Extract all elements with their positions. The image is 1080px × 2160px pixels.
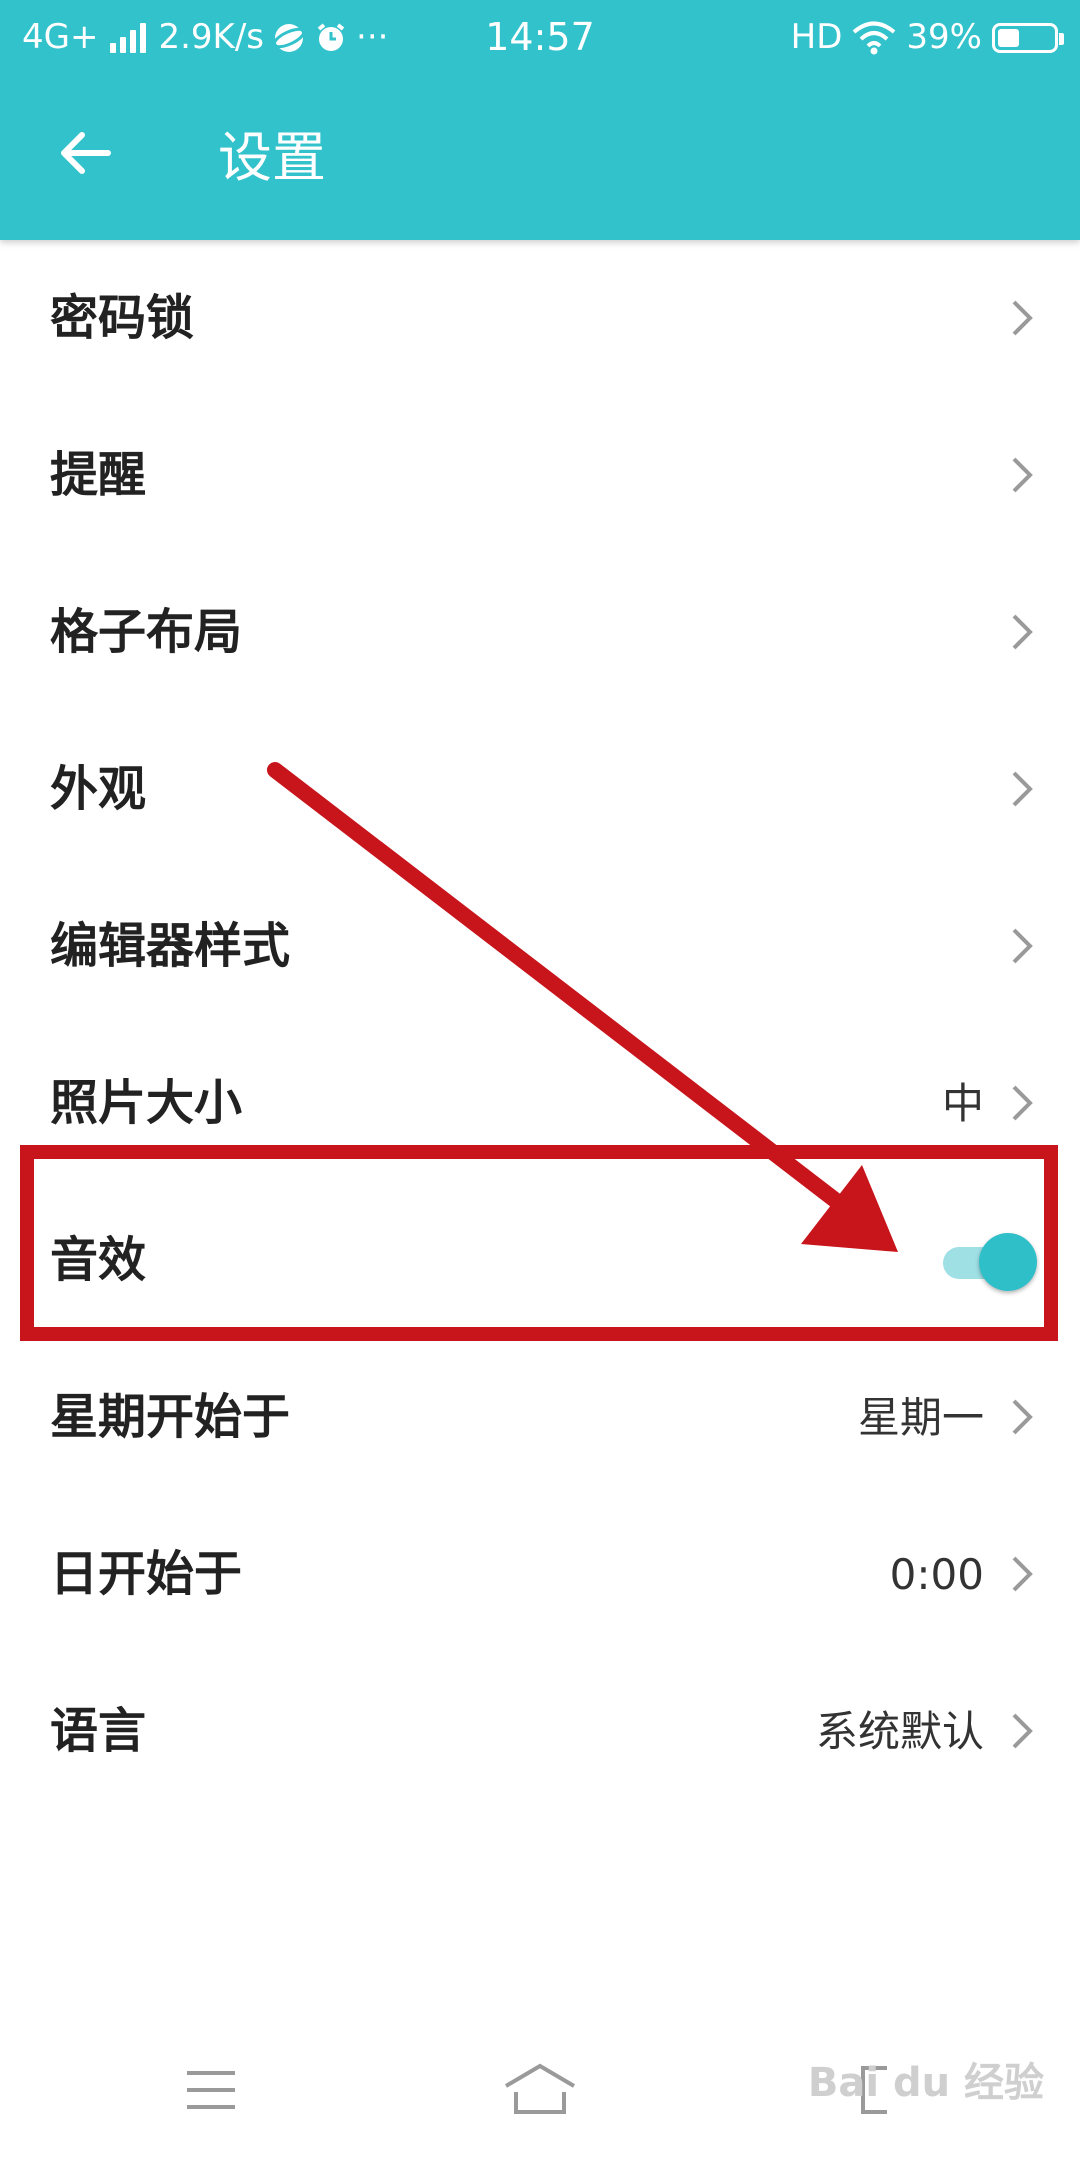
back-arrow-icon xyxy=(61,132,111,174)
setting-label: 星期开始于 xyxy=(50,1389,291,1445)
chevron-right-icon xyxy=(1012,1713,1033,1749)
back-button[interactable] xyxy=(42,111,126,195)
setting-day-start[interactable]: 日开始于 0:00 xyxy=(0,1496,1080,1653)
wifi-icon xyxy=(853,21,896,54)
setting-label: 外观 xyxy=(50,761,147,817)
setting-label: 提醒 xyxy=(50,447,147,503)
chevron-right-icon xyxy=(1012,457,1033,493)
chevron-right-icon xyxy=(1012,1085,1033,1121)
battery-icon xyxy=(992,22,1064,53)
chevron-right-icon xyxy=(1012,1556,1033,1592)
chevron-right-icon xyxy=(1012,1399,1033,1435)
watermark: Bai du 经验 xyxy=(807,2060,1044,2106)
app-bar: 设置 xyxy=(0,75,1080,240)
setting-label: 日开始于 xyxy=(50,1546,243,1602)
status-bar: 4G+ 2.9K/s ··· 14:57 HD 39% xyxy=(0,0,1080,75)
home-icon xyxy=(504,2063,576,2114)
setting-editor-style[interactable]: 编辑器样式 xyxy=(0,868,1080,1025)
setting-label: 密码锁 xyxy=(50,290,195,346)
setting-label: 编辑器样式 xyxy=(50,918,291,974)
setting-label: 语言 xyxy=(50,1703,147,1759)
chevron-right-icon xyxy=(1012,928,1033,964)
nav-home-button[interactable] xyxy=(495,2050,585,2130)
chevron-right-icon xyxy=(1012,771,1033,807)
battery-percent: 39% xyxy=(906,17,982,57)
setting-grid-layout[interactable]: 格子布局 xyxy=(0,554,1080,711)
setting-value: 0:00 xyxy=(889,1550,984,1599)
header-area: 4G+ 2.9K/s ··· 14:57 HD 39% 设置 xyxy=(0,0,1080,240)
nav-menu-button[interactable] xyxy=(166,2050,256,2130)
setting-week-start[interactable]: 星期开始于 星期一 xyxy=(0,1339,1080,1496)
status-right: HD 39% xyxy=(790,0,1064,75)
setting-language[interactable]: 语言 系统默认 xyxy=(0,1653,1080,1810)
settings-list: 密码锁 提醒 格子布局 外观 编辑器样式 照片大小 中 音效 星期开始于 星期一… xyxy=(0,240,1080,1810)
annotation-highlight-box xyxy=(20,1145,1058,1341)
hd-badge: HD xyxy=(790,17,843,57)
chevron-right-icon xyxy=(1012,614,1033,650)
page-title: 设置 xyxy=(218,126,326,189)
setting-reminder[interactable]: 提醒 xyxy=(0,397,1080,554)
setting-label: 格子布局 xyxy=(50,604,243,660)
chevron-right-icon xyxy=(1012,300,1033,336)
setting-value: 系统默认 xyxy=(815,1707,984,1756)
setting-appearance[interactable]: 外观 xyxy=(0,711,1080,868)
setting-value: 星期一 xyxy=(857,1393,984,1442)
setting-password-lock[interactable]: 密码锁 xyxy=(0,240,1080,397)
menu-icon xyxy=(187,2071,235,2109)
